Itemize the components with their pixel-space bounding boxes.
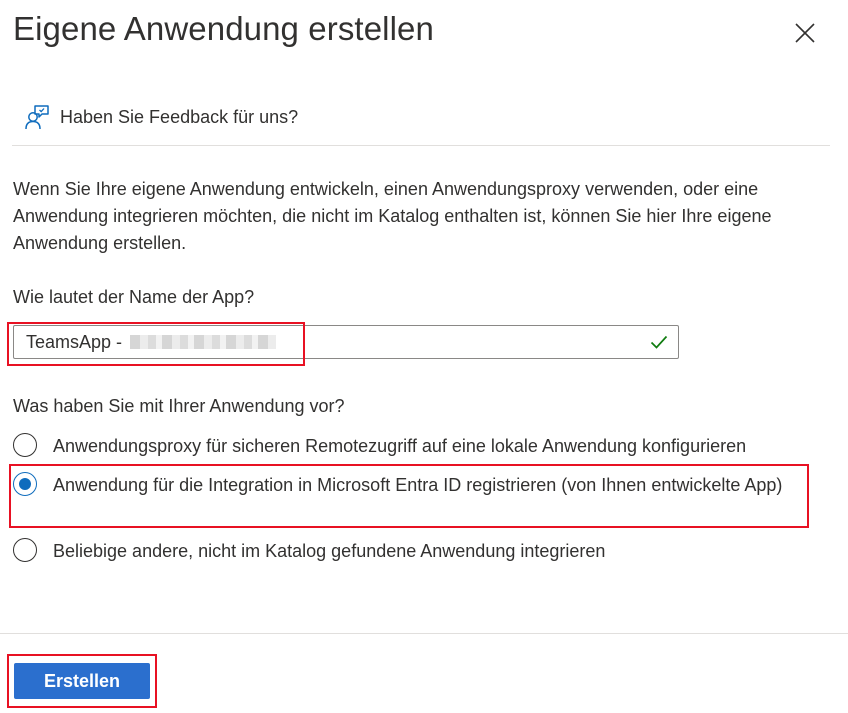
header-divider — [12, 145, 830, 146]
feedback-person-icon — [25, 105, 49, 130]
intent-label: Was haben Sie mit Ihrer Anwendung vor? — [13, 396, 345, 416]
name-input-highlight — [7, 322, 305, 366]
feedback-label[interactable]: Haben Sie Feedback für uns? — [60, 107, 298, 128]
app-name-label: Wie lautet der Name der App? — [13, 287, 255, 307]
dialog-title: Eigene Anwendung erstellen — [13, 10, 434, 47]
description-text: Wenn Sie Ihre eigene Anwendung entwickel… — [13, 179, 772, 253]
radio-option-highlight — [9, 464, 809, 528]
radio-button[interactable] — [13, 433, 37, 457]
feedback-link[interactable]: Haben Sie Feedback für uns? — [24, 104, 298, 130]
radio-label: Beliebige andere, nicht im Katalog gefun… — [53, 541, 606, 561]
create-button-highlight — [7, 654, 157, 708]
radio-option-non-gallery[interactable]: Beliebige andere, nicht im Katalog gefun… — [13, 538, 605, 564]
radio-label: Anwendungsproxy für sicheren Remotezugri… — [53, 436, 747, 456]
radio-button[interactable] — [13, 538, 37, 562]
checkmark-icon — [650, 335, 668, 349]
close-icon[interactable] — [794, 22, 816, 44]
close-button[interactable] — [790, 18, 820, 48]
footer-divider — [0, 633, 848, 634]
radio-option-app-proxy[interactable]: Anwendungsproxy für sicheren Remotezugri… — [13, 433, 746, 459]
